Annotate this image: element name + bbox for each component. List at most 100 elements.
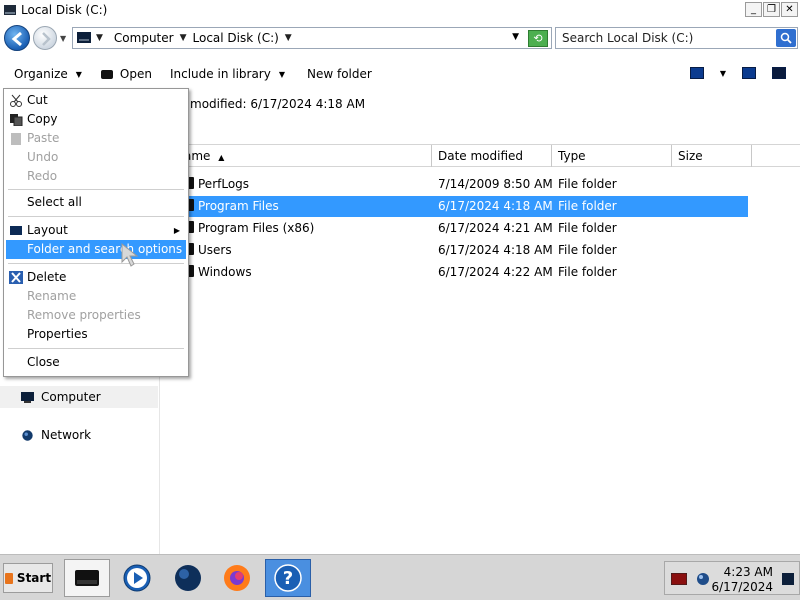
menu-item-select-all[interactable]: Select all bbox=[6, 193, 186, 212]
minimize-button[interactable]: _ bbox=[745, 2, 762, 17]
submenu-arrow-icon: ▶ bbox=[173, 226, 180, 235]
layout-icon bbox=[10, 226, 22, 235]
menu-item-rename[interactable]: Rename bbox=[6, 287, 186, 306]
organize-menu: Cut Copy Paste Undo Redo Select all Layo… bbox=[3, 88, 189, 377]
chevron-down-icon[interactable]: ▼ bbox=[96, 33, 103, 43]
navigation-bar: ▼ ▼ Computer ▼ Local Disk (C:) ▼ ▼ ⟲ bbox=[0, 20, 800, 56]
column-name[interactable]: ame ▲ bbox=[160, 145, 432, 167]
chevron-down-icon: ▼ bbox=[75, 69, 82, 79]
preview-pane-icon[interactable] bbox=[742, 67, 756, 79]
drive-icon bbox=[77, 32, 91, 43]
clock-time: 4:23 AM bbox=[723, 565, 773, 579]
svg-text:?: ? bbox=[283, 568, 293, 589]
copy-icon bbox=[10, 114, 23, 126]
menu-item-copy[interactable]: Copy bbox=[6, 110, 186, 129]
scissors-icon bbox=[10, 94, 22, 107]
start-orb-icon bbox=[4, 572, 13, 584]
new-folder-button[interactable]: New folder bbox=[307, 67, 372, 81]
menu-item-remove-properties[interactable]: Remove properties bbox=[6, 306, 186, 325]
window-controls: _ ❐ ✕ bbox=[745, 2, 798, 17]
file-row[interactable]: Users 6/17/2024 4:18 AM File folder bbox=[160, 240, 748, 261]
search-input[interactable] bbox=[556, 31, 771, 45]
refresh-icon: ⟲ bbox=[533, 32, 543, 45]
recent-pages-dropdown-icon[interactable]: ▼ bbox=[60, 34, 66, 43]
taskbar-media-player-button[interactable] bbox=[114, 559, 160, 597]
forward-arrow-icon bbox=[42, 32, 51, 46]
nav-item-computer[interactable]: Computer bbox=[0, 386, 158, 408]
menu-item-folder-options[interactable]: Folder and search options bbox=[6, 240, 186, 259]
maximize-button[interactable]: ❐ bbox=[763, 2, 780, 17]
mouse-cursor-icon bbox=[121, 242, 139, 267]
taskbar-explorer-button[interactable] bbox=[64, 559, 110, 597]
column-header: ame ▲ Date modified Type Size bbox=[160, 144, 800, 167]
menu-item-cut[interactable]: Cut bbox=[6, 91, 186, 110]
paste-icon bbox=[11, 133, 21, 145]
menu-item-undo[interactable]: Undo bbox=[6, 148, 186, 167]
search-box[interactable] bbox=[555, 27, 798, 49]
network-icon bbox=[22, 429, 33, 441]
taskbar-help-button[interactable]: ? bbox=[265, 559, 311, 597]
chevron-down-icon[interactable]: ▼ bbox=[285, 33, 292, 43]
address-bar[interactable]: ▼ Computer ▼ Local Disk (C:) ▼ ▼ ⟲ bbox=[72, 27, 552, 49]
column-date-modified[interactable]: Date modified bbox=[432, 145, 552, 167]
explorer-icon bbox=[75, 570, 99, 586]
delete-icon bbox=[9, 271, 23, 284]
action-center-icon[interactable] bbox=[671, 573, 687, 585]
menu-separator bbox=[8, 189, 184, 190]
file-row-selected[interactable]: Program Files 6/17/2024 4:18 AM File fol… bbox=[160, 196, 748, 217]
system-tray: 4:23 AM 6/17/2024 bbox=[664, 561, 800, 595]
taskbar: Start ? 4:23 AM 6/17/2024 bbox=[0, 554, 800, 600]
column-size[interactable]: Size bbox=[672, 145, 752, 167]
menu-item-close[interactable]: Close bbox=[6, 353, 186, 372]
menu-item-layout[interactable]: Layout ▶ bbox=[6, 221, 186, 240]
taskbar-firefox-button[interactable] bbox=[214, 559, 260, 597]
breadcrumb-local-disk[interactable]: Local Disk (C:) ▼ bbox=[193, 31, 292, 45]
chevron-down-icon[interactable]: ▼ bbox=[180, 33, 187, 43]
file-row[interactable]: PerfLogs 7/14/2009 8:50 AM File folder bbox=[160, 174, 748, 195]
column-type[interactable]: Type bbox=[552, 145, 672, 167]
chevron-down-icon[interactable]: ▼ bbox=[720, 69, 726, 78]
address-history-dropdown-icon[interactable]: ▼ bbox=[512, 32, 519, 42]
nav-item-network[interactable]: Network bbox=[20, 428, 91, 442]
back-button[interactable] bbox=[4, 25, 30, 51]
organize-button[interactable]: Organize ▼ bbox=[14, 67, 82, 81]
file-row[interactable]: Program Files (x86) 6/17/2024 4:21 AM Fi… bbox=[160, 218, 748, 239]
file-row[interactable]: Windows 6/17/2024 4:22 AM File folder bbox=[160, 262, 748, 283]
change-view-icon[interactable] bbox=[689, 67, 704, 79]
clock[interactable]: 4:23 AM 6/17/2024 bbox=[711, 565, 773, 595]
back-arrow-icon bbox=[11, 31, 22, 47]
globe-icon bbox=[175, 565, 201, 591]
forward-button[interactable] bbox=[33, 26, 57, 50]
computer-icon bbox=[21, 391, 34, 403]
media-player-icon bbox=[123, 564, 151, 592]
navigation-pane: Computer Network bbox=[0, 376, 160, 554]
menu-item-redo[interactable]: Redo bbox=[6, 167, 186, 186]
command-bar: Organize ▼ Open Include in library ▼ New f… bbox=[0, 59, 800, 89]
menu-separator bbox=[8, 263, 184, 264]
taskbar-internet-button[interactable] bbox=[165, 559, 211, 597]
menu-separator bbox=[8, 348, 184, 349]
breadcrumb-computer[interactable]: Computer ▼ bbox=[114, 31, 187, 45]
details-modified: modified: 6/17/2024 4:18 AM bbox=[190, 97, 366, 111]
title-bar: Local Disk (C:) _ ❐ ✕ bbox=[0, 0, 800, 20]
sort-up-icon: ▲ bbox=[218, 153, 225, 162]
drive-icon bbox=[4, 5, 16, 15]
search-button[interactable] bbox=[776, 29, 796, 47]
menu-separator bbox=[8, 216, 184, 217]
firefox-icon bbox=[224, 565, 250, 591]
menu-item-properties[interactable]: Properties bbox=[6, 325, 186, 344]
help-icon[interactable] bbox=[772, 67, 786, 79]
network-status-icon[interactable] bbox=[695, 571, 711, 587]
refresh-button[interactable]: ⟲ bbox=[528, 30, 548, 47]
help-icon: ? bbox=[274, 564, 302, 592]
menu-item-paste[interactable]: Paste bbox=[6, 129, 186, 148]
show-desktop-icon[interactable] bbox=[781, 572, 795, 586]
start-button[interactable]: Start bbox=[3, 563, 53, 593]
open-button[interactable]: Open bbox=[100, 67, 152, 81]
chevron-down-icon: ▼ bbox=[278, 69, 285, 79]
window-title: Local Disk (C:) bbox=[21, 3, 108, 17]
include-in-library-button[interactable]: Include in library ▼ bbox=[170, 67, 285, 81]
close-button[interactable]: ✕ bbox=[781, 2, 798, 17]
search-icon bbox=[780, 32, 792, 44]
menu-item-delete[interactable]: Delete bbox=[6, 268, 186, 287]
